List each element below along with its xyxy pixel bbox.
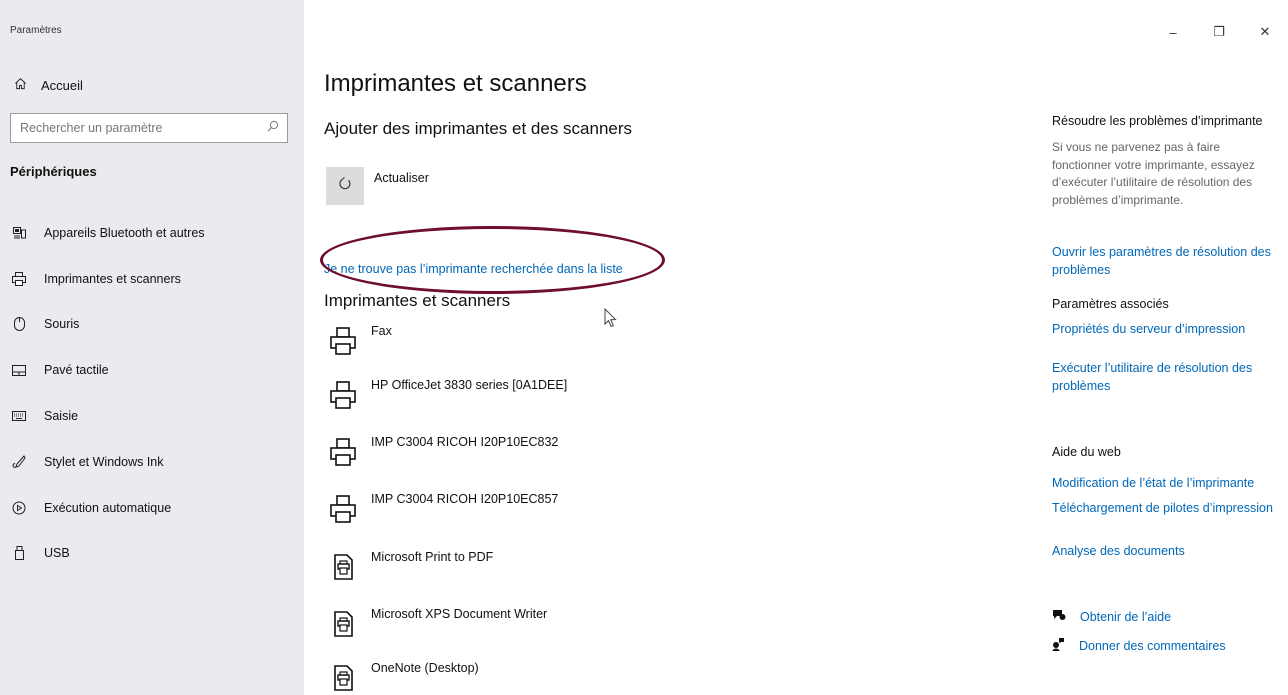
mouse-icon [12,317,26,332]
sidebar-item-label: Saisie [44,409,79,424]
autoplay-icon [12,501,26,515]
printer-name: IMP C3004 RICOH I20P10EC832 [371,435,559,449]
printer-item[interactable]: Microsoft XPS Document Writer [326,604,746,644]
search-icon[interactable] [267,119,279,137]
sidebar-item-usb[interactable]: USB [0,531,304,577]
sidebar-item-label: USB [44,546,70,561]
printer-item[interactable]: OneNote (Desktop) [326,658,746,695]
printer-not-listed-link[interactable]: Je ne trouve pas l’imprimante recherchée… [324,262,623,276]
troubleshoot-heading: Résoudre les problèmes d’imprimante [1052,114,1263,128]
close-button[interactable]: ✕ [1242,20,1288,44]
printer-icon [12,271,26,286]
document-scan-link[interactable]: Analyse des documents [1052,543,1278,561]
web-help-heading: Aide du web [1052,445,1121,459]
search-box[interactable] [10,113,288,143]
sidebar-item-label: Appareils Bluetooth et autres [44,225,205,240]
section-title: Périphériques [10,164,97,179]
mouse-cursor-icon [604,307,618,333]
sidebar: Paramètres Accueil Périphériques Apparei… [0,0,304,695]
virtual-printer-icon [326,658,360,695]
usb-icon [12,546,26,561]
sidebar-item-autoplay[interactable]: Exécution automatique [0,485,304,531]
print-server-properties-link[interactable]: Propriétés du serveur d’impression [1052,321,1278,339]
printer-name: Microsoft XPS Document Writer [371,607,548,621]
printer-icon [326,321,360,361]
touchpad-icon [12,363,26,377]
sidebar-item-mouse[interactable]: Souris [0,302,304,348]
refresh-icon [337,176,353,197]
virtual-printer-icon [326,547,360,587]
printer-item[interactable]: HP OfficeJet 3830 series [0A1DEE] [326,375,746,415]
sidebar-item-label: Imprimantes et scanners [44,271,181,286]
add-printers-heading: Ajouter des imprimantes et des scanners [324,119,633,138]
page-title: Imprimantes et scanners [324,70,587,97]
refresh-button[interactable] [326,167,364,205]
printer-icon [326,432,360,472]
sidebar-item-bluetooth[interactable]: Appareils Bluetooth et autres [0,210,304,256]
printer-icon [326,489,360,529]
printer-name: OneNote (Desktop) [371,661,479,675]
home-icon [14,77,27,93]
minimize-button[interactable]: – [1150,20,1196,44]
printer-item[interactable]: IMP C3004 RICOH I20P10EC857 [326,489,746,529]
refresh-label: Actualiser [374,171,429,185]
printer-status-link[interactable]: Modification de l’état de l’imprimante [1052,475,1278,493]
feedback-label[interactable]: Donner des commentaires [1079,639,1226,653]
window-controls: – ❐ ✕ [1150,20,1288,44]
run-troubleshooter-link[interactable]: Exécuter l’utilitaire de résolution des … [1052,360,1278,395]
app-title: Paramètres [10,25,62,36]
keyboard-icon [12,409,26,423]
printer-item[interactable]: Fax [326,321,746,361]
annotation-ellipse [320,226,665,294]
virtual-printer-icon [326,604,360,644]
help-chat-icon [1052,609,1066,624]
printer-item[interactable]: IMP C3004 RICOH I20P10EC832 [326,432,746,472]
home-label: Accueil [41,77,83,93]
sidebar-item-label: Exécution automatique [44,500,172,515]
sidebar-item-label: Souris [44,317,80,332]
pen-icon [12,454,26,469]
sidebar-item-printers[interactable]: Imprimantes et scanners [0,256,304,302]
printer-name: IMP C3004 RICOH I20P10EC857 [371,492,559,506]
printer-name: Fax [371,324,392,338]
printers-list-heading: Imprimantes et scanners [324,291,511,310]
related-settings-heading: Paramètres associés [1052,297,1169,311]
printer-icon [326,375,360,415]
home-nav-item[interactable]: Accueil [14,74,83,96]
troubleshoot-settings-link[interactable]: Ouvrir les paramètres de résolution des … [1052,244,1278,279]
sidebar-item-label: Stylet et Windows Ink [44,454,164,469]
search-input[interactable] [20,121,267,135]
sidebar-item-label: Pavé tactile [44,363,109,378]
printer-item[interactable]: Microsoft Print to PDF [326,547,746,587]
sidebar-item-touchpad[interactable]: Pavé tactile [0,347,304,393]
get-help-label[interactable]: Obtenir de l’aide [1080,610,1171,624]
printer-name: HP OfficeJet 3830 series [0A1DEE] [371,378,568,392]
sidebar-nav: Appareils Bluetooth et autres Imprimante… [0,210,304,576]
get-help-link[interactable]: Obtenir de l’aide [1052,609,1171,624]
printer-name: Microsoft Print to PDF [371,550,494,564]
sidebar-item-typing[interactable]: Saisie [0,393,304,439]
feedback-icon [1052,637,1065,654]
troubleshoot-text: Si vous ne parvenez pas à faire fonction… [1052,140,1255,207]
driver-download-link[interactable]: Téléchargement de pilotes d’impression [1052,500,1278,518]
feedback-link[interactable]: Donner des commentaires [1052,637,1226,654]
sidebar-item-pen[interactable]: Stylet et Windows Ink [0,439,304,485]
restore-button[interactable]: ❐ [1196,20,1242,44]
bluetooth-devices-icon [12,226,26,240]
